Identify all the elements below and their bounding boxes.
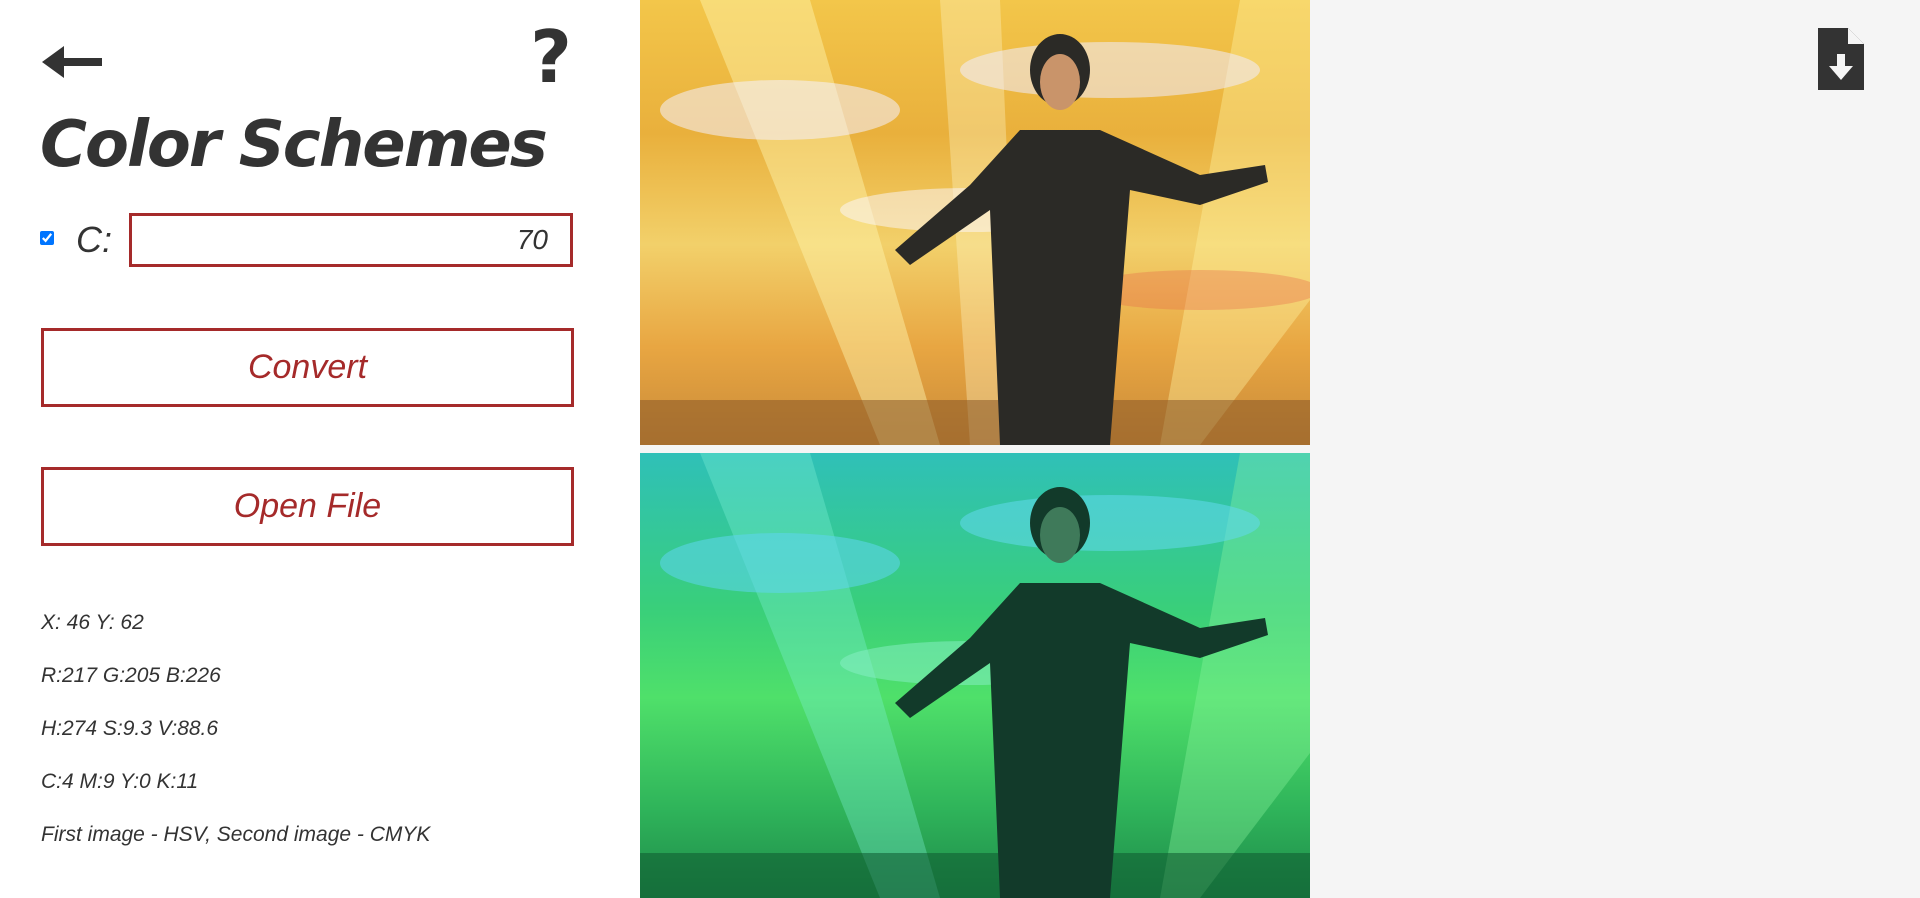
- open-file-button[interactable]: Open File: [41, 467, 574, 546]
- cmyk-readout: C:4 M:9 Y:0 K:11: [41, 770, 199, 793]
- channel-value-input[interactable]: [129, 213, 573, 267]
- hsv-readout: H:274 S:9.3 V:88.6: [41, 717, 219, 740]
- channel-checkbox[interactable]: [40, 231, 54, 245]
- back-button[interactable]: [40, 42, 104, 82]
- question-mark-icon: ?: [530, 15, 572, 99]
- cursor-coordinates: X: 46 Y: 62: [41, 611, 144, 634]
- rgb-readout: R:217 G:205 B:226: [41, 664, 221, 687]
- sidebar: ? Color Schemes C: Convert Open File X: …: [0, 0, 640, 898]
- cmyk-image[interactable]: [640, 453, 1310, 898]
- download-button[interactable]: [1818, 28, 1864, 90]
- hsv-image-scene: [640, 0, 1310, 445]
- page-title: Color Schemes: [40, 108, 548, 182]
- cmyk-image-scene: [640, 453, 1310, 898]
- file-download-icon: [1818, 28, 1864, 90]
- image-legend: First image - HSV, Second image - CMYK: [41, 823, 431, 846]
- help-button[interactable]: ?: [524, 20, 578, 94]
- convert-button[interactable]: Convert: [41, 328, 574, 407]
- arrow-left-icon: [42, 46, 102, 78]
- channel-label: C:: [76, 219, 112, 260]
- hsv-image[interactable]: [640, 0, 1310, 445]
